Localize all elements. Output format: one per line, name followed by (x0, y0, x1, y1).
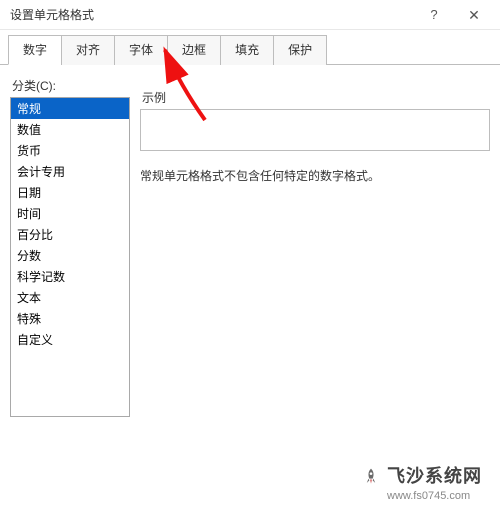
list-item-label: 常规 (17, 102, 41, 116)
list-item[interactable]: 常规 (11, 98, 129, 119)
list-item-label: 百分比 (17, 228, 53, 242)
list-item[interactable]: 特殊 (11, 308, 129, 329)
window-title: 设置单元格格式 (10, 6, 414, 23)
list-item-label: 日期 (17, 186, 41, 200)
list-item[interactable]: 科学记数 (11, 266, 129, 287)
list-item-label: 特殊 (17, 312, 41, 326)
tab-align[interactable]: 对齐 (61, 35, 115, 65)
tab-label: 数字 (23, 43, 47, 57)
tab-number[interactable]: 数字 (8, 35, 62, 65)
category-label: 分类(C): (12, 77, 130, 94)
list-item-label: 货币 (17, 144, 41, 158)
list-item-label: 文本 (17, 291, 41, 305)
rocket-icon (361, 467, 381, 487)
help-button[interactable]: ? (414, 0, 454, 30)
titlebar: 设置单元格格式 ? ✕ (0, 0, 500, 30)
detail-column: 示例 常规单元格格式不包含任何特定的数字格式。 (140, 75, 490, 417)
tab-label: 对齐 (76, 43, 100, 57)
tab-label: 填充 (235, 43, 259, 57)
tab-protect[interactable]: 保护 (273, 35, 327, 65)
category-column: 分类(C): 常规 数值 货币 会计专用 日期 时间 百分比 分数 科学记数 文… (10, 75, 130, 417)
tab-border[interactable]: 边框 (167, 35, 221, 65)
list-item-label: 科学记数 (17, 270, 65, 284)
list-item[interactable]: 时间 (11, 203, 129, 224)
category-listbox[interactable]: 常规 数值 货币 会计专用 日期 时间 百分比 分数 科学记数 文本 特殊 自定… (10, 97, 130, 417)
list-item-label: 分数 (17, 249, 41, 263)
format-description: 常规单元格格式不包含任何特定的数字格式。 (140, 167, 490, 184)
list-item[interactable]: 数值 (11, 119, 129, 140)
list-item[interactable]: 文本 (11, 287, 129, 308)
tab-font[interactable]: 字体 (114, 35, 168, 65)
watermark-url: www.fs0745.com (387, 489, 482, 503)
tab-label: 保护 (288, 43, 312, 57)
sample-box (140, 109, 490, 151)
list-item[interactable]: 货币 (11, 140, 129, 161)
list-item-label: 数值 (17, 123, 41, 137)
content-area: 分类(C): 常规 数值 货币 会计专用 日期 时间 百分比 分数 科学记数 文… (0, 65, 500, 417)
tab-bar: 数字 对齐 字体 边框 填充 保护 (0, 30, 500, 65)
tab-fill[interactable]: 填充 (220, 35, 274, 65)
sample-label: 示例 (142, 89, 490, 106)
list-item[interactable]: 自定义 (11, 329, 129, 350)
watermark-brand: 飞沙系统网 (387, 465, 482, 488)
tab-label: 边框 (182, 43, 206, 57)
list-item-label: 会计专用 (17, 165, 65, 179)
close-button[interactable]: ✕ (454, 0, 494, 30)
list-item[interactable]: 分数 (11, 245, 129, 266)
list-item-label: 时间 (17, 207, 41, 221)
watermark: 飞沙系统网 www.fs0745.com (361, 465, 482, 503)
list-item-label: 自定义 (17, 333, 53, 347)
tab-label: 字体 (129, 43, 153, 57)
list-item[interactable]: 日期 (11, 182, 129, 203)
list-item[interactable]: 百分比 (11, 224, 129, 245)
list-item[interactable]: 会计专用 (11, 161, 129, 182)
